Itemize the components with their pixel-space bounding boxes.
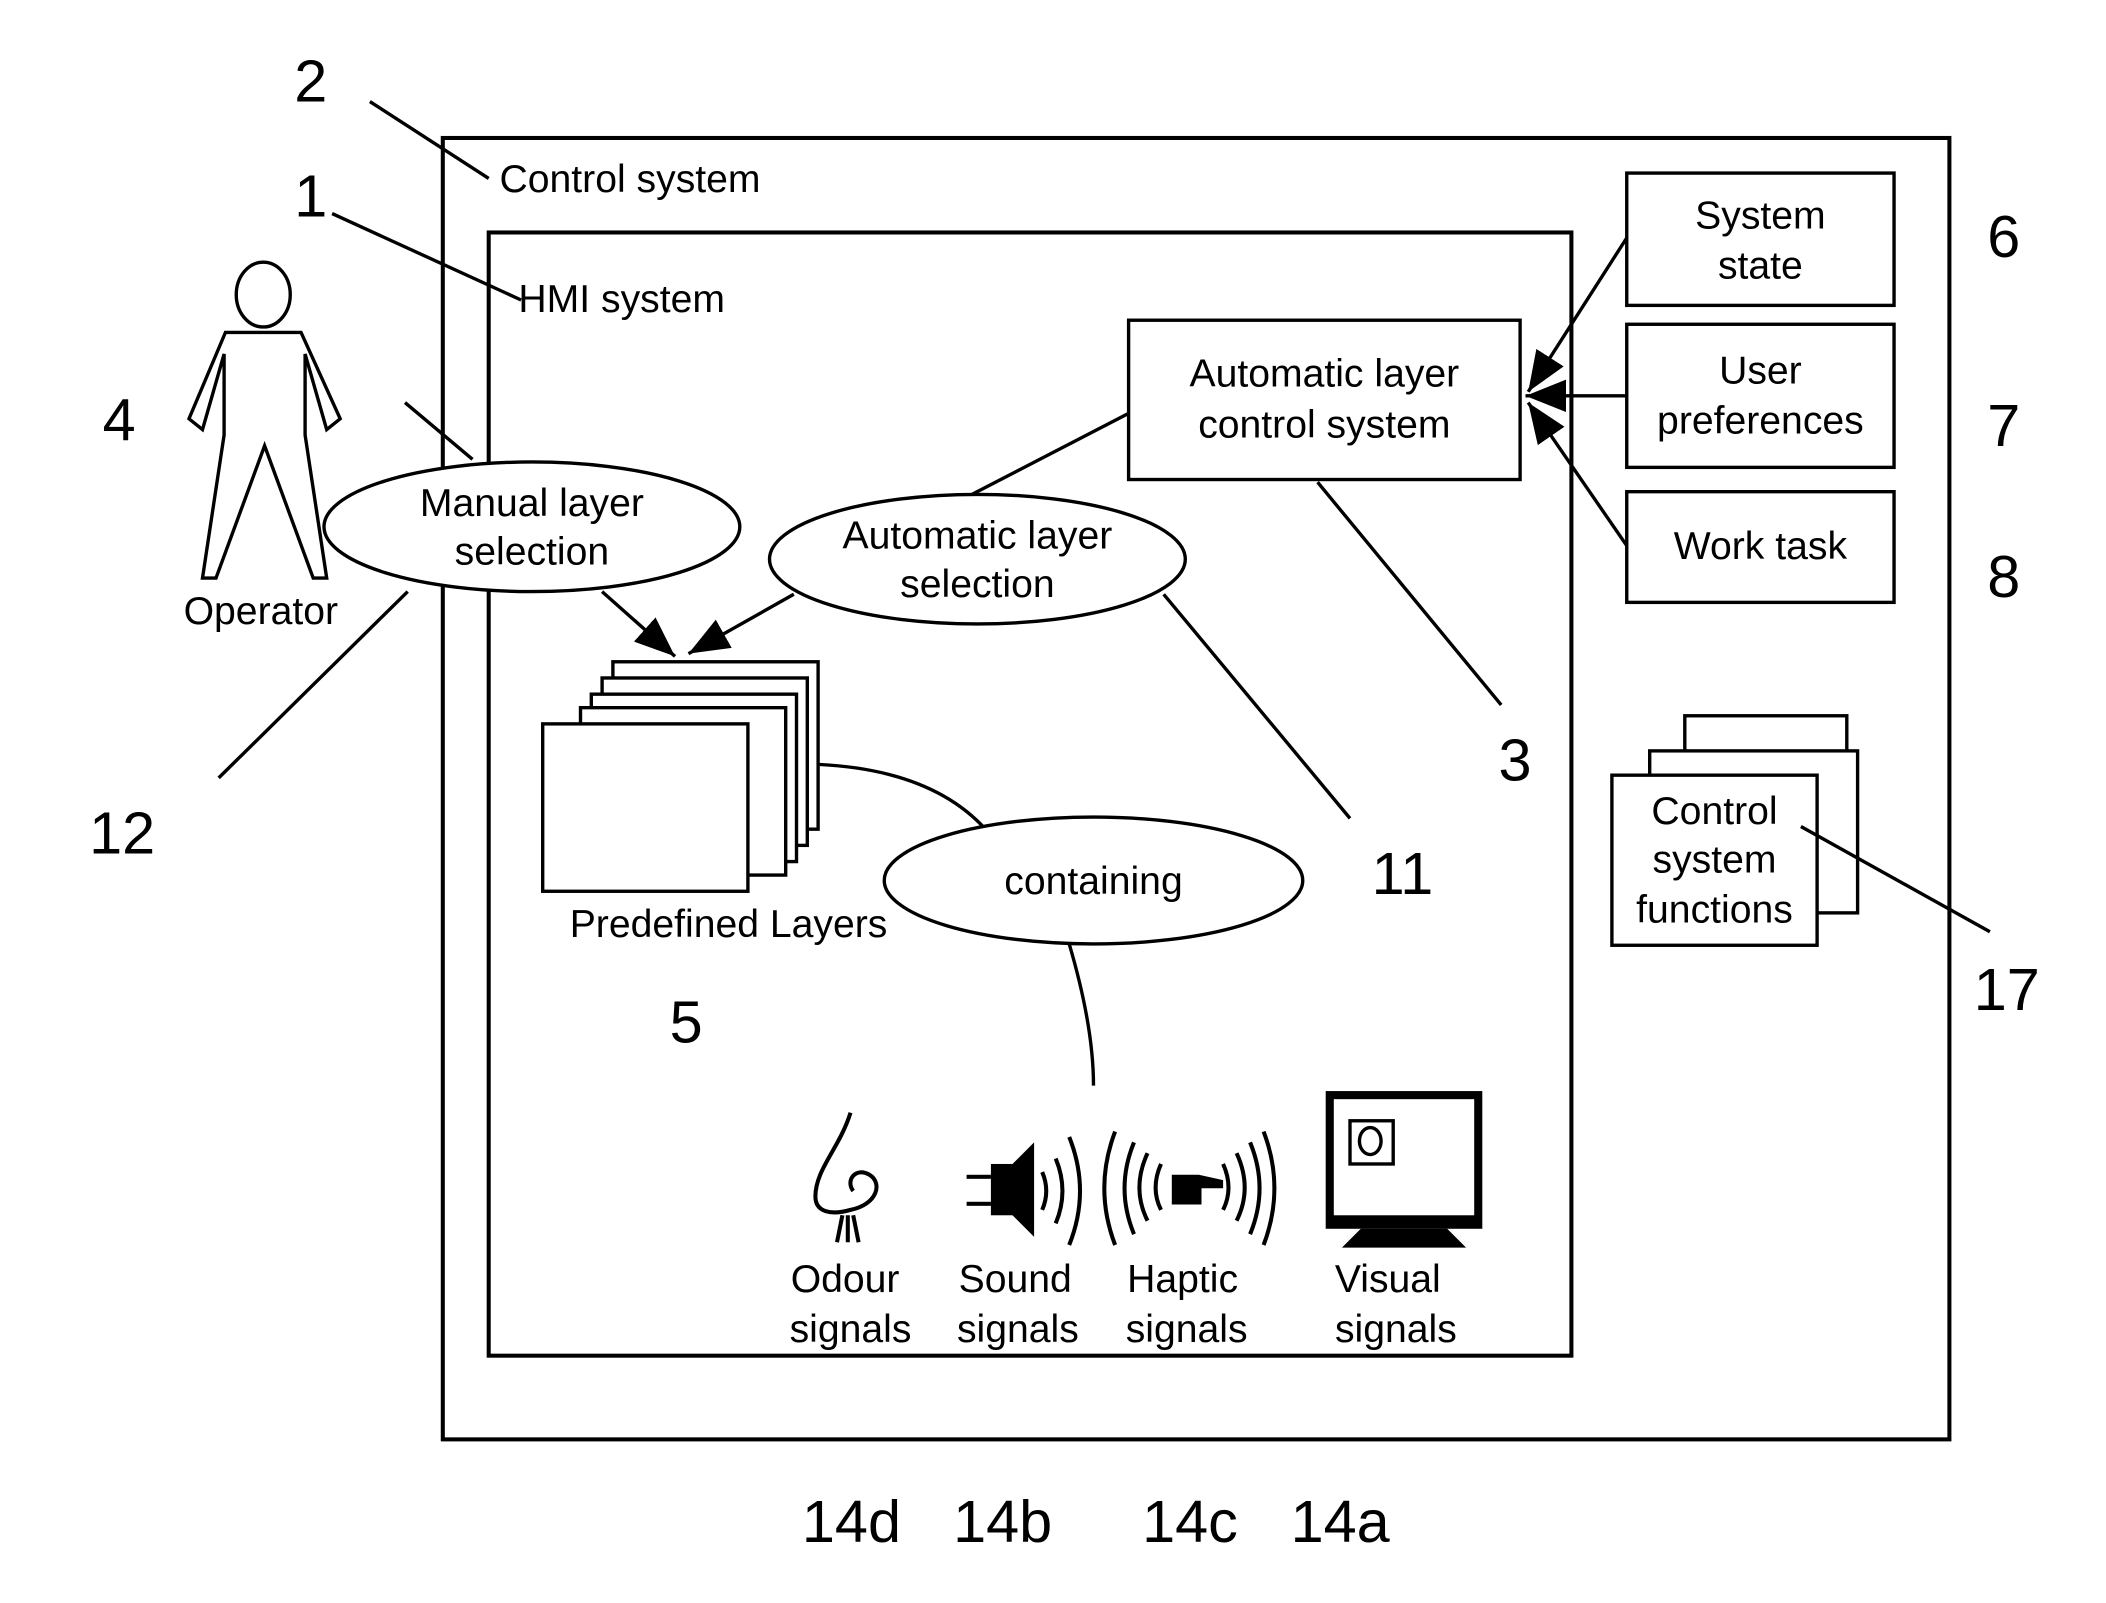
ref-3: 3 xyxy=(1499,727,1532,794)
link-auto-control-to-selection xyxy=(971,411,1130,496)
sound-label-line1: Sound xyxy=(959,1258,1072,1301)
ref-14c: 14c xyxy=(1142,1488,1238,1555)
visual-label-line2: signals xyxy=(1335,1308,1457,1351)
speaker-icon xyxy=(966,1136,1082,1246)
control-functions-line1: Control xyxy=(1651,790,1777,833)
user-preferences-line1: User xyxy=(1719,350,1802,393)
ref-1: 1 xyxy=(294,162,327,229)
haptic-label-line2: signals xyxy=(1126,1308,1248,1351)
ref-14b: 14b xyxy=(953,1488,1052,1555)
operator-label: Operator xyxy=(184,590,338,633)
arrow-work-task xyxy=(1526,401,1629,547)
ref-14a: 14a xyxy=(1291,1488,1391,1555)
haptic-label-line1: Haptic xyxy=(1127,1258,1238,1301)
manual-selection-line1: Manual layer xyxy=(420,482,644,525)
containing-label: containing xyxy=(1004,860,1182,903)
ref-7: 7 xyxy=(1987,392,2020,459)
automatic-selection-line2: selection xyxy=(900,563,1054,606)
predefined-layers-stack-icon[interactable] xyxy=(541,660,820,893)
automatic-selection-line1: Automatic layer xyxy=(843,514,1113,557)
auto-control-line1: Automatic layer xyxy=(1189,352,1459,395)
predefined-layers-label: Predefined Layers xyxy=(570,903,888,946)
system-state-line2: state xyxy=(1718,244,1803,287)
user-preferences-box[interactable] xyxy=(1625,322,1896,470)
leader-11 xyxy=(1162,593,1352,820)
nose-icon xyxy=(813,1112,879,1243)
visual-label-line1: Visual xyxy=(1335,1258,1441,1301)
hmi-system-label: HMI system xyxy=(518,278,725,321)
odour-label-line2: signals xyxy=(790,1308,912,1351)
control-functions-line2: system xyxy=(1653,838,1777,881)
arrow-auto-to-layers xyxy=(687,592,795,656)
auto-control-box[interactable] xyxy=(1126,318,1522,482)
arrow-system-state xyxy=(1526,236,1629,393)
ref-14d: 14d xyxy=(802,1488,901,1555)
ref-17: 17 xyxy=(1974,956,2040,1023)
manual-selection-line2: selection xyxy=(455,531,609,574)
ref-5: 5 xyxy=(670,988,703,1055)
leader-1 xyxy=(331,212,522,302)
arrow-manual-to-layers xyxy=(600,590,677,658)
ref-12: 12 xyxy=(89,799,155,866)
link-layers-containing xyxy=(818,762,987,831)
operator-figure-icon xyxy=(186,260,343,580)
work-task-line1: Work task xyxy=(1674,525,1848,568)
control-system-label: Control system xyxy=(500,158,761,201)
sound-label-line2: signals xyxy=(957,1308,1079,1351)
ref-6: 6 xyxy=(1987,203,2020,270)
ref-4: 4 xyxy=(103,386,136,453)
odour-label-line1: Odour xyxy=(791,1258,900,1301)
hmi-diagram: Control system 2 HMI system 1 Operator 4… xyxy=(89,48,2040,1555)
ref-2: 2 xyxy=(294,48,327,115)
leader-operator-manual xyxy=(403,401,474,461)
control-functions-line3: functions xyxy=(1636,888,1793,931)
leader-3 xyxy=(1316,481,1503,707)
system-state-line1: System xyxy=(1695,194,1826,237)
monitor-icon xyxy=(1325,1091,1483,1248)
haptic-hand-icon xyxy=(1102,1130,1277,1246)
auto-control-line2: control system xyxy=(1198,404,1450,447)
user-preferences-line2: preferences xyxy=(1657,400,1864,443)
link-containing-signals xyxy=(1067,943,1096,1086)
ref-8: 8 xyxy=(1987,543,2020,610)
ref-11: 11 xyxy=(1372,840,1434,907)
